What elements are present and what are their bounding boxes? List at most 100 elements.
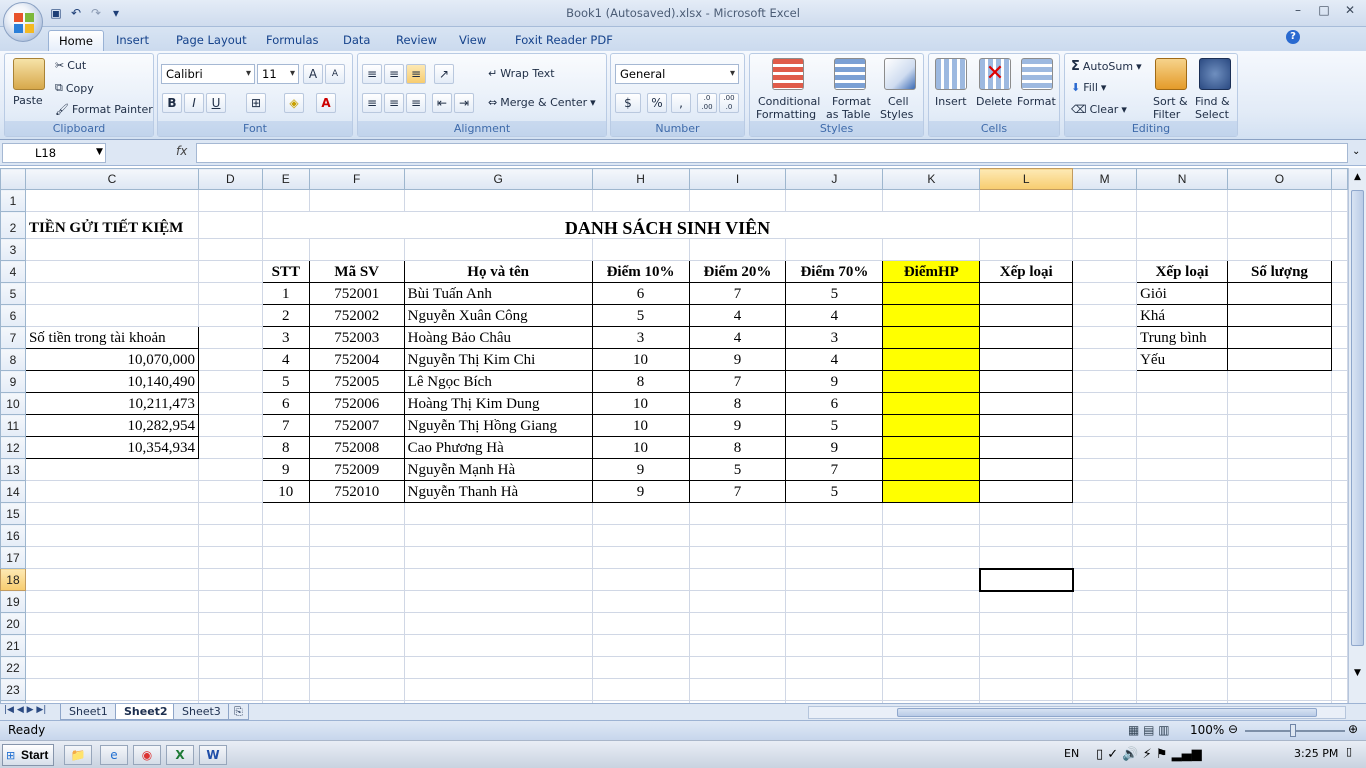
cell-C9[interactable]: 10,140,490 <box>24 370 199 393</box>
sheet-tab-sheet1[interactable]: Sheet1 <box>60 704 117 720</box>
fill-color-icon[interactable]: ◈ <box>284 93 304 113</box>
cell-G3[interactable] <box>403 238 593 261</box>
cell-C1[interactable] <box>24 189 199 212</box>
cell-D8[interactable] <box>197 348 263 371</box>
cell-I6[interactable]: 4 <box>688 304 787 327</box>
cell-G4[interactable]: Họ và tên <box>403 260 593 283</box>
row-header[interactable]: 18 <box>0 568 26 591</box>
delete-cells-button[interactable]: Delete <box>976 95 1012 108</box>
cell-D6[interactable] <box>197 304 263 327</box>
vertical-scrollbar[interactable]: ▲ ▼ <box>1348 168 1366 703</box>
cell-E5[interactable]: 1 <box>261 282 310 305</box>
row-header[interactable]: 10 <box>0 392 26 415</box>
cell-N1[interactable] <box>1136 189 1229 212</box>
cell-N4[interactable]: Xếp loại <box>1136 260 1229 283</box>
cell-J17[interactable] <box>785 546 884 569</box>
cell-H3[interactable] <box>591 238 690 261</box>
cell-D14[interactable] <box>197 480 263 503</box>
cell-I13[interactable]: 5 <box>688 458 787 481</box>
cell-D13[interactable] <box>197 458 263 481</box>
cell-I22[interactable] <box>688 656 787 679</box>
align-left-icon[interactable]: ≡ <box>362 93 382 113</box>
cell-E13[interactable]: 9 <box>261 458 310 481</box>
cell-G6[interactable]: Nguyễn Xuân Công <box>403 304 593 327</box>
cell-D9[interactable] <box>197 370 263 393</box>
cell-G18[interactable] <box>403 568 593 591</box>
cell-H11[interactable]: 10 <box>591 414 690 437</box>
cell-D16[interactable] <box>197 524 263 547</box>
cell-E19[interactable] <box>261 590 310 613</box>
cell-N22[interactable] <box>1136 656 1229 679</box>
cell-J21[interactable] <box>785 634 884 657</box>
format-painter-button[interactable]: 🖌 Format Painter <box>55 103 153 116</box>
cell-N10[interactable] <box>1136 392 1229 415</box>
cell-D1[interactable] <box>197 189 263 212</box>
row-header[interactable]: 19 <box>0 590 26 613</box>
explorer-icon[interactable]: 📁 <box>64 745 92 765</box>
cell-C21[interactable] <box>24 634 199 657</box>
cell-H15[interactable] <box>591 502 690 525</box>
cell-I16[interactable] <box>688 524 787 547</box>
cell-M19[interactable] <box>1072 590 1138 613</box>
row-header[interactable]: 11 <box>0 414 26 437</box>
cell-K11[interactable] <box>882 414 981 437</box>
cell-J1[interactable] <box>785 189 884 212</box>
cell-N17[interactable] <box>1136 546 1229 569</box>
ie-icon[interactable]: e <box>100 745 128 765</box>
office-button[interactable] <box>3 2 43 42</box>
font-color-icon[interactable]: A <box>316 93 336 113</box>
orientation-icon[interactable]: ↗ <box>434 64 454 84</box>
cell-L4[interactable]: Xếp loại <box>979 260 1074 283</box>
cell-H5[interactable]: 6 <box>591 282 690 305</box>
excel-icon[interactable]: X <box>166 745 194 765</box>
cell-M22[interactable] <box>1072 656 1138 679</box>
merge-center-button[interactable]: ⇔ Merge & Center ▾ <box>488 96 596 109</box>
cell-D3[interactable] <box>197 238 263 261</box>
cell-F13[interactable]: 752009 <box>308 458 405 481</box>
autosum-button[interactable]: Σ AutoSum ▾ <box>1071 59 1142 74</box>
cell-L10[interactable] <box>979 392 1074 415</box>
row-header[interactable]: 16 <box>0 524 26 547</box>
borders-icon[interactable]: ⊞ <box>246 93 266 113</box>
cell-J7[interactable]: 3 <box>785 326 884 349</box>
cell-C6[interactable] <box>24 304 199 327</box>
cell-I17[interactable] <box>688 546 787 569</box>
cell-E17[interactable] <box>261 546 310 569</box>
cell-C22[interactable] <box>24 656 199 679</box>
cell-M23[interactable] <box>1072 678 1138 701</box>
cell-J16[interactable] <box>785 524 884 547</box>
cell-O4[interactable]: Số lượng <box>1227 260 1332 283</box>
cell-O2[interactable] <box>1227 211 1332 239</box>
cell-H12[interactable]: 10 <box>591 436 690 459</box>
cell-M14[interactable] <box>1072 480 1138 503</box>
row-header[interactable]: 6 <box>0 304 26 327</box>
cell-I3[interactable] <box>688 238 787 261</box>
cut-button[interactable]: ✂ Cut <box>55 59 86 72</box>
cell-J9[interactable]: 9 <box>785 370 884 393</box>
cell-G22[interactable] <box>403 656 593 679</box>
binoculars-icon[interactable] <box>1199 58 1231 90</box>
tab-data[interactable]: Data <box>333 30 380 51</box>
underline-button[interactable]: U <box>206 93 226 113</box>
cell-O9[interactable] <box>1227 370 1332 393</box>
cell-G13[interactable]: Nguyễn Mạnh Hà <box>403 458 593 481</box>
cell-C11[interactable]: 10,282,954 <box>24 414 199 437</box>
row-header[interactable]: 14 <box>0 480 26 503</box>
cell-D22[interactable] <box>197 656 263 679</box>
font-name-select[interactable]: Calibri <box>161 64 255 84</box>
cell-I4[interactable]: Điểm 20% <box>688 260 787 283</box>
cell-J23[interactable] <box>785 678 884 701</box>
cell-C8[interactable]: 10,070,000 <box>24 348 199 371</box>
cell-F17[interactable] <box>308 546 405 569</box>
cell-I11[interactable]: 9 <box>688 414 787 437</box>
grow-font-button[interactable]: A <box>303 64 323 84</box>
italic-button[interactable]: I <box>184 93 204 113</box>
row-header[interactable]: 12 <box>0 436 26 459</box>
cell-E9[interactable]: 5 <box>261 370 310 393</box>
zoom-level[interactable]: 100% <box>1190 723 1224 737</box>
cell-N5[interactable]: Giỏi <box>1136 282 1229 305</box>
cell-J18[interactable] <box>785 568 884 591</box>
cell-N18[interactable] <box>1136 568 1229 591</box>
cell-F7[interactable]: 752003 <box>308 326 405 349</box>
cell-K15[interactable] <box>882 502 981 525</box>
